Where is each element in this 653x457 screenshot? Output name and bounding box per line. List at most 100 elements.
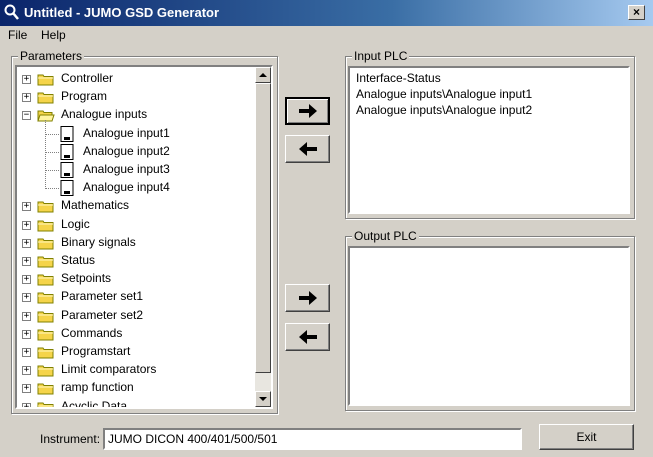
scroll-thumb[interactable] [255,83,271,373]
tree-connector [45,188,59,190]
expand-icon[interactable]: + [22,220,31,230]
window-title: Untitled - JUMO GSD Generator [24,5,220,20]
tree-folder-item[interactable]: + Programstart [17,343,253,361]
triangle-down-icon [259,397,267,401]
scroll-down-button[interactable] [255,391,271,407]
tree-item-label: ramp function [61,380,134,395]
tree-folder-item[interactable]: + Status [17,252,253,270]
scroll-up-button[interactable] [255,67,271,83]
add-to-output-button[interactable] [285,284,330,312]
exit-label: Exit [576,430,597,444]
folder-icon [37,311,54,323]
document-icon [60,143,74,160]
output-plc-list[interactable] [348,246,630,406]
expand-icon[interactable]: + [22,202,31,212]
close-button[interactable]: × [628,5,645,20]
tree-item-label: Program [61,89,108,104]
input-plc-item[interactable]: Interface-Status [356,71,441,85]
input-plc-list[interactable]: Interface-Status Analogue inputs\Analogu… [348,66,630,214]
folder-icon [37,383,54,395]
tree-leaf-item[interactable]: Analogue input4 [17,179,253,197]
tree-folder-item[interactable]: + Parameter set2 [17,307,253,325]
exit-button[interactable]: Exit [539,424,634,450]
arrow-right-icon [299,104,317,118]
tree-item-label: Parameter set1 [61,289,144,304]
arrow-left-icon [299,330,317,344]
remove-from-output-button[interactable] [285,323,330,351]
instrument-label: Instrument: [40,432,101,446]
folder-icon [37,274,54,286]
expand-icon[interactable]: + [22,275,31,285]
tree-folder-item[interactable]: + Mathematics [17,197,253,215]
tree-folder-item[interactable]: + Acyclic Data [17,398,253,409]
add-to-input-button[interactable] [285,97,330,125]
arrow-right-icon [299,291,317,305]
remove-from-input-button[interactable] [285,135,330,163]
tree-scrollbar[interactable] [255,67,271,407]
parameters-tree[interactable]: + Controller + Program − Analogue inputs Analo… [15,65,273,409]
tree-folder-item[interactable]: + ramp function [17,379,253,397]
folder-icon [37,238,54,250]
tree-folder-item[interactable]: + Program [17,88,253,106]
tree-item-label: Commands [61,325,123,340]
instrument-value: JUMO DICON 400/401/500/501 [108,432,278,446]
tree-connector [45,133,59,135]
folder-icon [37,74,54,86]
tree-connector [45,151,59,153]
tree-folder-item[interactable]: − Analogue inputs [17,106,253,124]
tree-item-label: Setpoints [61,271,112,286]
document-icon [60,180,74,197]
expand-icon[interactable]: + [22,384,31,394]
expand-icon[interactable]: + [22,238,31,248]
menu-help[interactable]: Help [41,28,66,42]
tree-connector [45,120,46,190]
expand-icon[interactable]: + [22,293,31,303]
tree-folder-item[interactable]: + Commands [17,325,253,343]
triangle-up-icon [259,73,267,77]
tree-folder-item[interactable]: + Logic [17,216,253,234]
input-plc-item[interactable]: Analogue inputs\Analogue input1 [356,87,532,101]
tree-item-label: Analogue inputs [61,107,148,122]
tree-folder-item[interactable]: + Binary signals [17,234,253,252]
folder-icon [37,256,54,268]
tree-leaf-item[interactable]: Analogue input2 [17,143,253,161]
tree-folder-item[interactable]: + Setpoints [17,270,253,288]
tree-connector [45,170,59,171]
parameters-label: Parameters [18,49,85,63]
app-icon [4,4,19,20]
tree-item-label: Binary signals [61,234,136,249]
expand-icon[interactable]: + [22,348,31,357]
tree-folder-item[interactable]: + Limit comparators [17,361,253,379]
tree-item-label: Analogue input3 [83,162,170,176]
input-plc-item[interactable]: Analogue inputs\Analogue input2 [356,103,532,117]
tree-item-label: Acyclic Data [61,398,128,409]
expand-icon[interactable]: + [22,93,31,103]
expand-icon[interactable]: + [22,329,31,339]
tree-item-label: Parameter set2 [61,307,144,322]
tree-folder-item[interactable]: + Controller [17,70,253,88]
tree-item-label: Analogue input1 [83,125,170,140]
tree-item-label: Mathematics [61,198,130,213]
folder-icon [37,329,54,341]
tree-item-label: Logic [61,216,90,231]
tree-item-label: Status [61,253,96,267]
instrument-field[interactable]: JUMO DICON 400/401/500/501 [103,428,522,450]
expand-icon[interactable]: + [22,311,31,321]
folder-icon [37,92,54,104]
tree-item-label: Analogue input4 [83,180,170,195]
tree-leaf-item[interactable]: Analogue input1 [17,125,253,143]
input-plc-label: Input PLC [352,49,410,63]
tree-folder-item[interactable]: + Parameter set1 [17,288,253,306]
tree-item-label: Programstart [61,344,131,358]
folder-icon [37,292,54,304]
menu-file[interactable]: File [8,28,27,42]
expand-icon[interactable]: + [22,75,31,84]
tree-leaf-item[interactable]: Analogue input3 [17,161,253,179]
folder-icon [37,201,54,213]
folder-icon [37,347,54,359]
expand-icon[interactable]: + [22,366,31,376]
tree-item-label: Controller [61,71,114,85]
collapse-icon[interactable]: − [22,111,31,121]
expand-icon[interactable]: + [22,402,31,407]
expand-icon[interactable]: + [22,257,31,266]
